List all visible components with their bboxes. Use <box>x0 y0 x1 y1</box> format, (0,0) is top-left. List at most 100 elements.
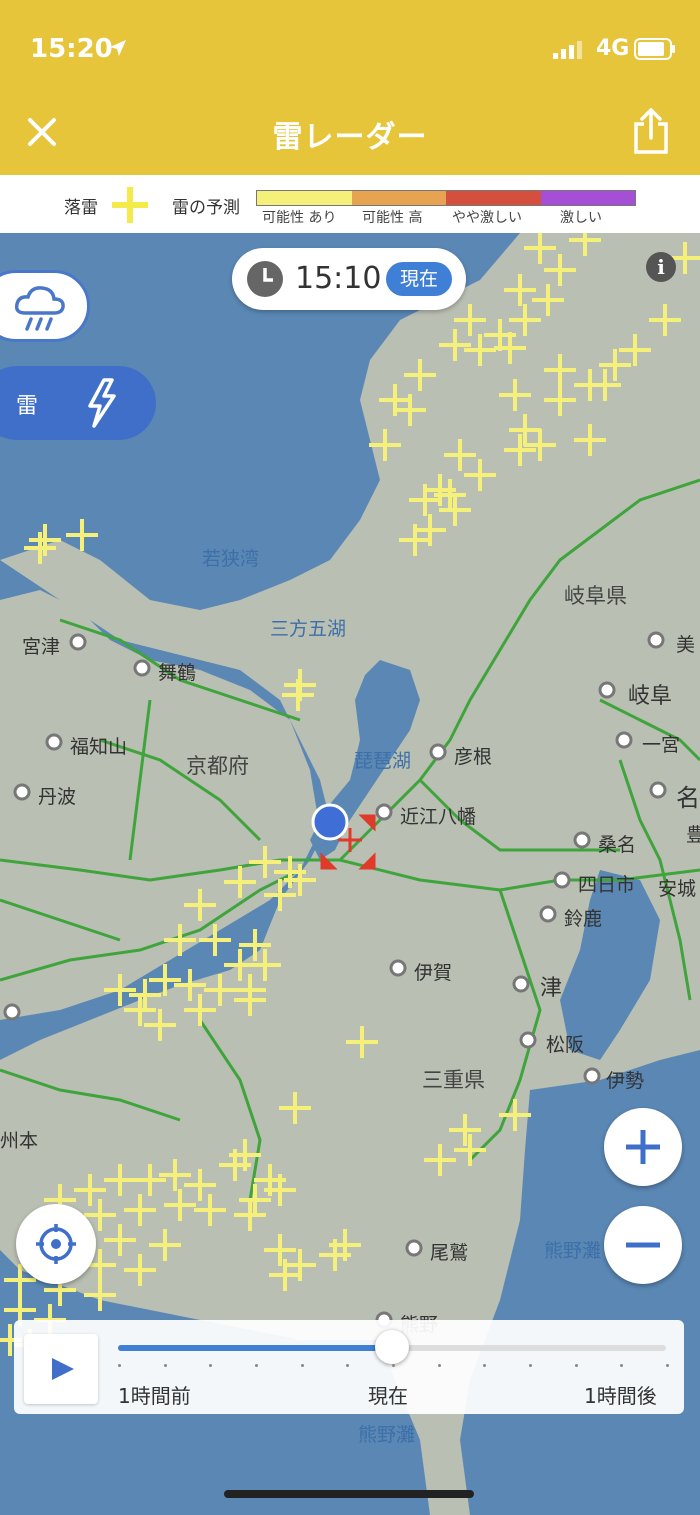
timeline-tick <box>529 1364 532 1367</box>
timeline-tick <box>574 1364 578 1367</box>
level-somewhat-intense: やや激しい <box>452 210 522 226</box>
timeline-tick <box>483 1364 487 1367</box>
info-icon[interactable]: i <box>646 252 676 282</box>
current-location-button[interactable] <box>16 1204 96 1284</box>
share-icon[interactable] <box>630 108 672 156</box>
label-toyota: 豊 <box>686 824 700 846</box>
play-icon <box>52 1358 74 1380</box>
lightning-bolt-icon <box>88 378 116 428</box>
timeline-slider-thumb[interactable] <box>375 1330 409 1364</box>
legend-bar: 落雷 雷の予測 可能性 あり 可能性 高 やや激しい 激しい <box>0 175 700 234</box>
rain-layer-button[interactable] <box>0 270 90 342</box>
title-bar: 雷レーダー <box>0 100 700 175</box>
city-marker <box>647 631 665 649</box>
city-marker <box>598 681 616 699</box>
timeline-current-label: 現在 <box>368 1384 408 1408</box>
timeline-tick <box>209 1364 213 1367</box>
label-miyazu: 宮津 <box>22 636 61 658</box>
timeline-progress <box>118 1345 392 1351</box>
label-gifu-pref: 岐阜県 <box>564 584 627 608</box>
timeline-tick <box>620 1364 624 1367</box>
play-button[interactable] <box>24 1334 98 1404</box>
label-kuwana: 桑名 <box>598 834 637 856</box>
timeline-tick <box>255 1364 258 1367</box>
label-mikata-goko: 三方五湖 <box>270 618 347 640</box>
label-kyoto-pref: 京都府 <box>186 754 249 778</box>
city-marker <box>13 783 31 801</box>
city-marker <box>3 1003 21 1021</box>
label-hikone: 彦根 <box>454 746 493 768</box>
city-marker <box>133 659 151 677</box>
radar-time: 15:10 <box>295 261 382 296</box>
timeline-tick <box>163 1364 167 1367</box>
city-marker <box>389 959 407 977</box>
signal-strength-icon <box>553 41 582 59</box>
label-kumano-sea: 熊野灘 <box>544 1240 602 1262</box>
zoom-in-button[interactable] <box>604 1108 682 1186</box>
location-arrow-icon <box>110 40 126 56</box>
label-maizuru: 舞鶴 <box>158 662 197 684</box>
label-gifu: 岐阜 <box>628 684 673 709</box>
city-marker <box>615 731 633 749</box>
label-nagoya: 名 <box>676 784 700 812</box>
level-possible: 可能性 あり <box>262 210 337 226</box>
label-mino: 美 <box>676 634 696 656</box>
label-ichinomiya: 一宮 <box>642 734 681 756</box>
scale-possible <box>257 191 352 205</box>
scale-somewhat-intense <box>446 191 541 205</box>
label-mie-pref: 三重県 <box>422 1068 485 1092</box>
thunder-layer-label: 雷 <box>16 394 39 419</box>
timeline-panel: 1時間前 現在 1時間後 <box>14 1320 684 1414</box>
timeline-tick <box>666 1364 669 1367</box>
label-fukuchiyama: 福知山 <box>70 736 128 758</box>
status-time: 15:20 <box>30 34 113 64</box>
timeline-start-label: 1時間前 <box>118 1384 191 1408</box>
current-location-dot <box>311 803 349 841</box>
city-marker <box>539 905 557 923</box>
city-marker <box>45 733 63 751</box>
zoom-out-button[interactable] <box>604 1206 682 1284</box>
label-tamba: 丹波 <box>38 786 77 808</box>
timeline-tick <box>346 1364 350 1367</box>
timeline-end-label: 1時間後 <box>584 1384 657 1408</box>
label-iga: 伊賀 <box>414 962 453 984</box>
label-lake-biwa: 琵琶湖 <box>354 750 412 772</box>
forecast-label: 雷の予測 <box>172 198 240 218</box>
label-matsusaka: 松阪 <box>546 1034 585 1056</box>
thunder-layer-button[interactable]: 雷 <box>0 366 156 440</box>
level-high: 可能性 高 <box>362 210 423 226</box>
timeline-tick <box>118 1364 121 1367</box>
rain-cloud-icon <box>14 286 65 331</box>
forecast-color-scale <box>256 190 636 206</box>
scale-intense <box>540 191 635 205</box>
city-marker <box>512 975 530 993</box>
city-marker <box>583 1067 601 1085</box>
label-kumano-sea-south: 熊野灘 <box>358 1424 416 1446</box>
lightning-label: 落雷 <box>64 198 98 218</box>
label-owase: 尾鷲 <box>430 1242 469 1264</box>
city-marker <box>649 781 667 799</box>
label-suzuka: 鈴鹿 <box>564 908 603 930</box>
now-badge[interactable]: 現在 <box>386 262 452 296</box>
crosshair-icon <box>36 1224 76 1264</box>
timeline-tick <box>392 1364 395 1367</box>
time-indicator[interactable]: 15:10 現在 <box>232 248 466 310</box>
label-sumoto: 州本 <box>0 1130 39 1152</box>
status-bar: 15:20 4G <box>0 0 700 100</box>
level-intense: 激しい <box>560 210 602 226</box>
scale-high <box>351 191 446 205</box>
network-type: 4G <box>596 36 630 61</box>
label-omihachiman: 近江八幡 <box>400 806 477 828</box>
city-marker <box>573 831 591 849</box>
plus-icon <box>626 1130 660 1164</box>
city-marker <box>519 1031 537 1049</box>
timeline-tick <box>300 1364 304 1367</box>
clock-icon <box>247 261 283 297</box>
city-marker <box>375 803 393 821</box>
timeline-tick <box>437 1364 441 1367</box>
label-yokkaichi: 四日市 <box>578 874 636 896</box>
page-title: 雷レーダー <box>272 120 428 155</box>
city-marker <box>429 743 447 761</box>
label-wakasa-bay: 若狭湾 <box>202 548 260 570</box>
label-ise: 伊勢 <box>606 1070 645 1092</box>
